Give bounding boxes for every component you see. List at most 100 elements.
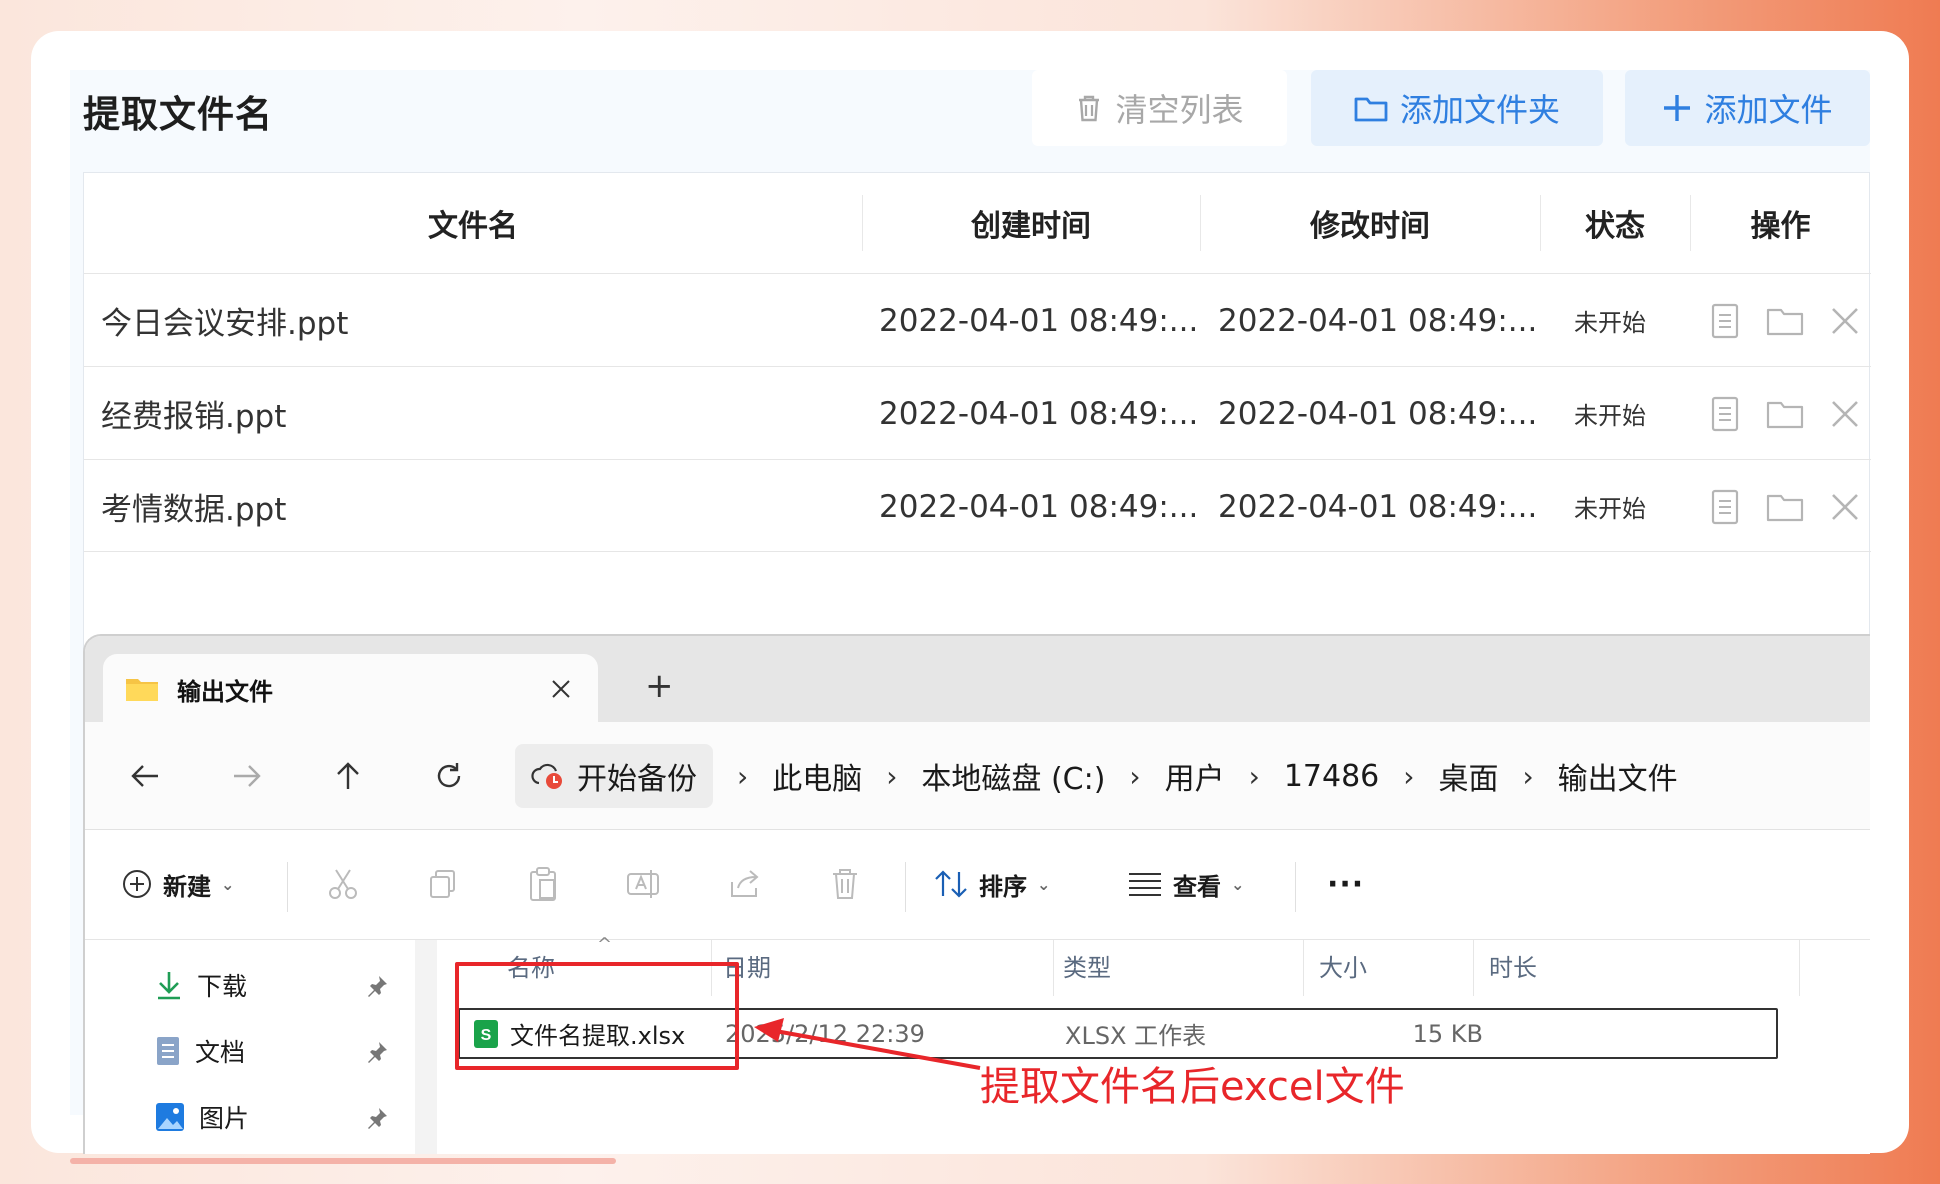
up-button[interactable]: [318, 746, 378, 806]
command-bar: 新建 ⌄ 排序 ⌄ 查看 ⌄ ···: [85, 830, 1870, 940]
column-header-filename[interactable]: 文件名: [84, 173, 862, 273]
column-header-type[interactable]: 类型: [1063, 948, 1111, 983]
breadcrumb-item[interactable]: 桌面: [1438, 754, 1498, 798]
column-divider: [1303, 940, 1304, 996]
sort-button[interactable]: 排序 ⌄: [933, 830, 1050, 938]
breadcrumb-item[interactable]: 用户: [1165, 754, 1225, 798]
close-icon[interactable]: [1824, 486, 1866, 528]
add-file-button[interactable]: 添加文件: [1625, 70, 1870, 146]
close-tab-icon[interactable]: [550, 678, 572, 700]
document-icon[interactable]: [1704, 393, 1746, 435]
sidebar-item-downloads[interactable]: 下载: [155, 952, 247, 1018]
plus-circle-icon: [123, 870, 151, 898]
tab-output-folder[interactable]: 输出文件: [103, 654, 598, 724]
sort-caret-icon: ^: [597, 934, 613, 955]
pin-icon[interactable]: [365, 1040, 389, 1064]
column-header-status: 状态: [1585, 209, 1645, 244]
chevron-right-icon: ›: [1129, 759, 1141, 793]
sidebar-item-documents[interactable]: 文档: [155, 1018, 245, 1084]
forward-button[interactable]: [217, 746, 277, 806]
document-icon: [157, 1037, 179, 1065]
column-divider: [1053, 940, 1054, 996]
column-header-size[interactable]: 大小: [1319, 948, 1367, 983]
annotation-arrow-icon: [754, 1018, 981, 1070]
file-type-cell: XLSX 工作表: [1065, 1022, 1207, 1050]
new-tab-button[interactable]: +: [645, 666, 674, 706]
arrow-left-icon: [131, 765, 158, 787]
copy-icon[interactable]: [419, 860, 467, 908]
new-button[interactable]: 新建 ⌄: [121, 830, 234, 938]
folder-icon[interactable]: [1764, 486, 1806, 528]
pane-splitter[interactable]: [415, 940, 437, 1154]
modified-time-cell: 2022-04-01 08:49:...: [1218, 488, 1538, 525]
table-row[interactable]: 考情数据.ppt 2022-04-01 08:49:... 2022-04-01…: [84, 459, 1871, 552]
trash-icon: [1079, 95, 1100, 122]
column-header-duration[interactable]: 时长: [1489, 948, 1537, 983]
chevron-right-icon: ›: [737, 759, 749, 793]
column-header-modified[interactable]: 修改时间: [1200, 173, 1540, 273]
navigation-bar: 开始备份 › 此电脑 › 本地磁盘 (C:) › 用户 › 17486 › 桌面…: [85, 722, 1870, 830]
add-folder-button[interactable]: 添加文件夹: [1311, 70, 1603, 146]
sort-label: 排序: [979, 872, 1027, 901]
chevron-right-icon: ›: [1248, 759, 1260, 793]
download-icon: [158, 972, 180, 1000]
more-options-button[interactable]: ···: [1327, 830, 1364, 938]
folder-icon[interactable]: [1764, 393, 1806, 435]
sort-icon: [935, 870, 967, 898]
document-icon[interactable]: [1704, 300, 1746, 342]
pin-icon[interactable]: [365, 974, 389, 998]
view-button[interactable]: 查看 ⌄: [1127, 830, 1244, 938]
modified-time-cell: 2022-04-01 08:49:...: [1218, 395, 1538, 432]
file-name-cell: 今日会议安排.ppt: [101, 306, 349, 342]
file-size-cell: 15 KB: [1412, 1019, 1483, 1048]
start-backup-button[interactable]: 开始备份: [515, 744, 713, 808]
refresh-button[interactable]: [419, 746, 479, 806]
column-header-actions: 操作: [1750, 209, 1811, 244]
created-time-cell: 2022-04-01 08:49:...: [879, 302, 1199, 339]
column-divider: [1473, 940, 1474, 996]
plus-icon: [1664, 95, 1691, 121]
cut-icon[interactable]: [319, 860, 367, 908]
status-cell: 未开始: [1574, 402, 1646, 430]
new-label: 新建: [163, 872, 211, 901]
created-time-cell: 2022-04-01 08:49:...: [879, 488, 1199, 525]
breadcrumb-item[interactable]: 输出文件: [1558, 754, 1678, 798]
document-icon[interactable]: [1704, 486, 1746, 528]
page-title: 提取文件名: [83, 93, 273, 136]
rename-icon[interactable]: [619, 860, 667, 908]
view-label: 查看: [1173, 872, 1221, 901]
pin-icon[interactable]: [365, 1106, 389, 1130]
file-name-cell: 考情数据.ppt: [101, 492, 287, 528]
paste-icon[interactable]: [519, 860, 567, 908]
sidebar-item-label: 图片: [199, 1104, 250, 1133]
clear-list-label: 清空列表: [1115, 91, 1244, 129]
breadcrumb-item[interactable]: 本地磁盘 (C:): [921, 754, 1105, 798]
divider: [1295, 862, 1296, 912]
breadcrumb-item[interactable]: 此电脑: [772, 754, 862, 798]
cloud-backup-icon: [531, 763, 562, 789]
close-icon[interactable]: [1824, 300, 1866, 342]
tab-title: 输出文件: [177, 677, 273, 706]
breadcrumb-item[interactable]: 17486: [1284, 759, 1379, 794]
column-header-created[interactable]: 创建时间: [862, 173, 1200, 273]
status-cell: 未开始: [1574, 309, 1646, 337]
delete-icon[interactable]: [821, 860, 869, 908]
folder-icon[interactable]: [1764, 300, 1806, 342]
chevron-down-icon: ⌄: [221, 874, 235, 894]
table-row[interactable]: 今日会议安排.ppt 2022-04-01 08:49:... 2022-04-…: [84, 273, 1871, 366]
sidebar-item-pictures[interactable]: 图片: [155, 1084, 249, 1150]
chevron-right-icon: ›: [886, 759, 898, 793]
table-row[interactable]: 经费报销.ppt 2022-04-01 08:49:... 2022-04-01…: [84, 366, 1871, 459]
created-time-cell: 2022-04-01 08:49:...: [879, 395, 1199, 432]
back-button[interactable]: [115, 746, 175, 806]
share-icon[interactable]: [721, 860, 769, 908]
tab-bar: 输出文件 +: [85, 636, 1870, 724]
file-name-cell: 经费报销.ppt: [101, 399, 287, 435]
annotation-label: 提取文件名后excel文件: [980, 1064, 1405, 1110]
clear-list-button[interactable]: 清空列表: [1032, 70, 1287, 146]
close-icon[interactable]: [1824, 393, 1866, 435]
column-divider: [1799, 940, 1800, 996]
sidebar-item-label: 文档: [195, 1038, 246, 1067]
row-actions: [1704, 274, 1866, 367]
folder-icon: [126, 679, 158, 701]
